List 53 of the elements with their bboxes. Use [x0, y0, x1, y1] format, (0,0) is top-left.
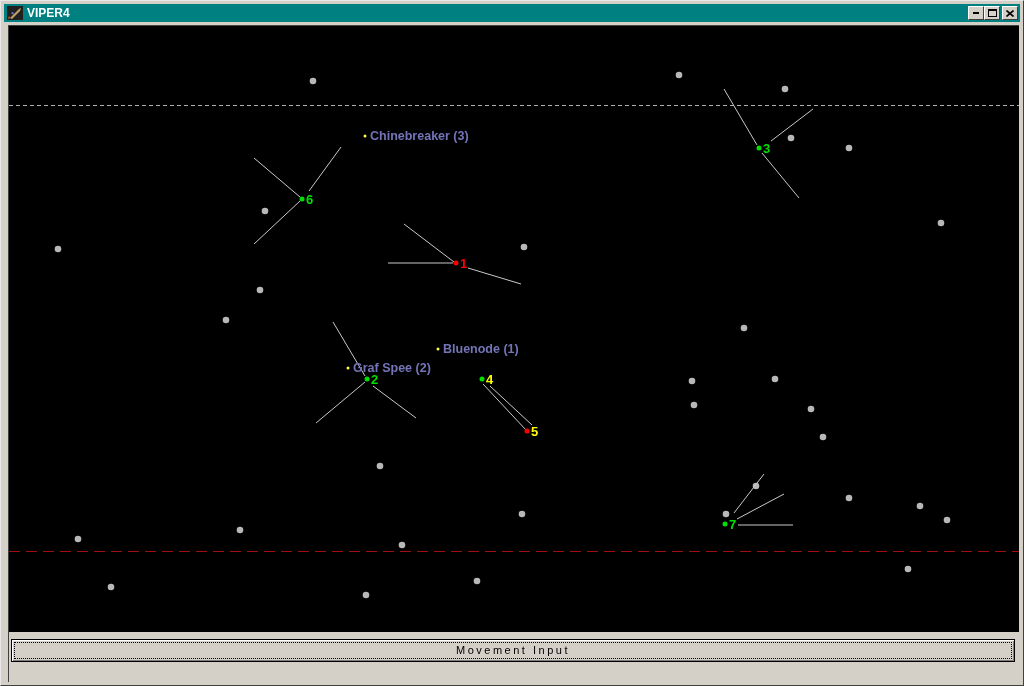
dot-icon	[222, 316, 230, 324]
dot-icon	[398, 541, 406, 549]
unit-label: 4	[486, 372, 494, 387]
dot-icon	[845, 494, 853, 502]
minimize-icon	[973, 12, 979, 14]
window-title: VIPER4	[27, 7, 70, 19]
heading-lines	[482, 383, 533, 431]
dot-icon	[309, 77, 317, 85]
dot-icon	[807, 405, 815, 413]
dot-icon	[740, 324, 748, 332]
close-button[interactable]	[1002, 6, 1018, 20]
dot-icon	[722, 510, 730, 518]
dot-icon	[819, 433, 827, 441]
maximize-button[interactable]	[984, 6, 1000, 20]
dot-icon	[54, 245, 62, 253]
unit-label: 1	[460, 256, 468, 271]
unit-label: 3	[763, 141, 771, 156]
dot-icon	[256, 286, 264, 294]
dot-icon	[771, 375, 779, 383]
minimize-button[interactable]	[968, 6, 984, 20]
marker-icon	[436, 347, 440, 351]
rocket-icon	[7, 6, 23, 20]
dot-icon	[943, 516, 951, 524]
unit-label: 2	[371, 372, 379, 387]
dot-icon	[787, 134, 795, 142]
unit-label: 5	[531, 424, 539, 439]
movement-input-button[interactable]: Movement Input	[11, 639, 1015, 662]
dot-icon	[74, 535, 82, 543]
dot-icon	[675, 71, 683, 79]
dot-icon	[362, 591, 370, 599]
dot-icon	[236, 526, 244, 534]
close-icon	[1006, 9, 1014, 17]
place-label: Bluenode (1)	[443, 342, 519, 356]
dot-icon	[261, 207, 269, 215]
dot-icon	[107, 583, 115, 591]
dot-icon	[937, 219, 945, 227]
dot-icon	[520, 243, 528, 251]
place-label: Chinebreaker (3)	[370, 129, 469, 143]
dot-icon	[752, 482, 760, 490]
dot-icon	[376, 462, 384, 470]
dot-icon	[690, 401, 698, 409]
unit-label: 7	[729, 517, 737, 532]
dot-icon	[845, 144, 853, 152]
dot-icon	[781, 85, 789, 93]
dot-icon	[904, 565, 912, 573]
dot-icon	[916, 502, 924, 510]
maximize-icon	[987, 9, 997, 17]
marker-icon	[363, 134, 367, 138]
unit-label: 6	[306, 192, 314, 207]
dot-icon	[688, 377, 696, 385]
dot-icon	[518, 510, 526, 518]
marker-icon	[346, 366, 350, 370]
dot-icon	[473, 577, 481, 585]
